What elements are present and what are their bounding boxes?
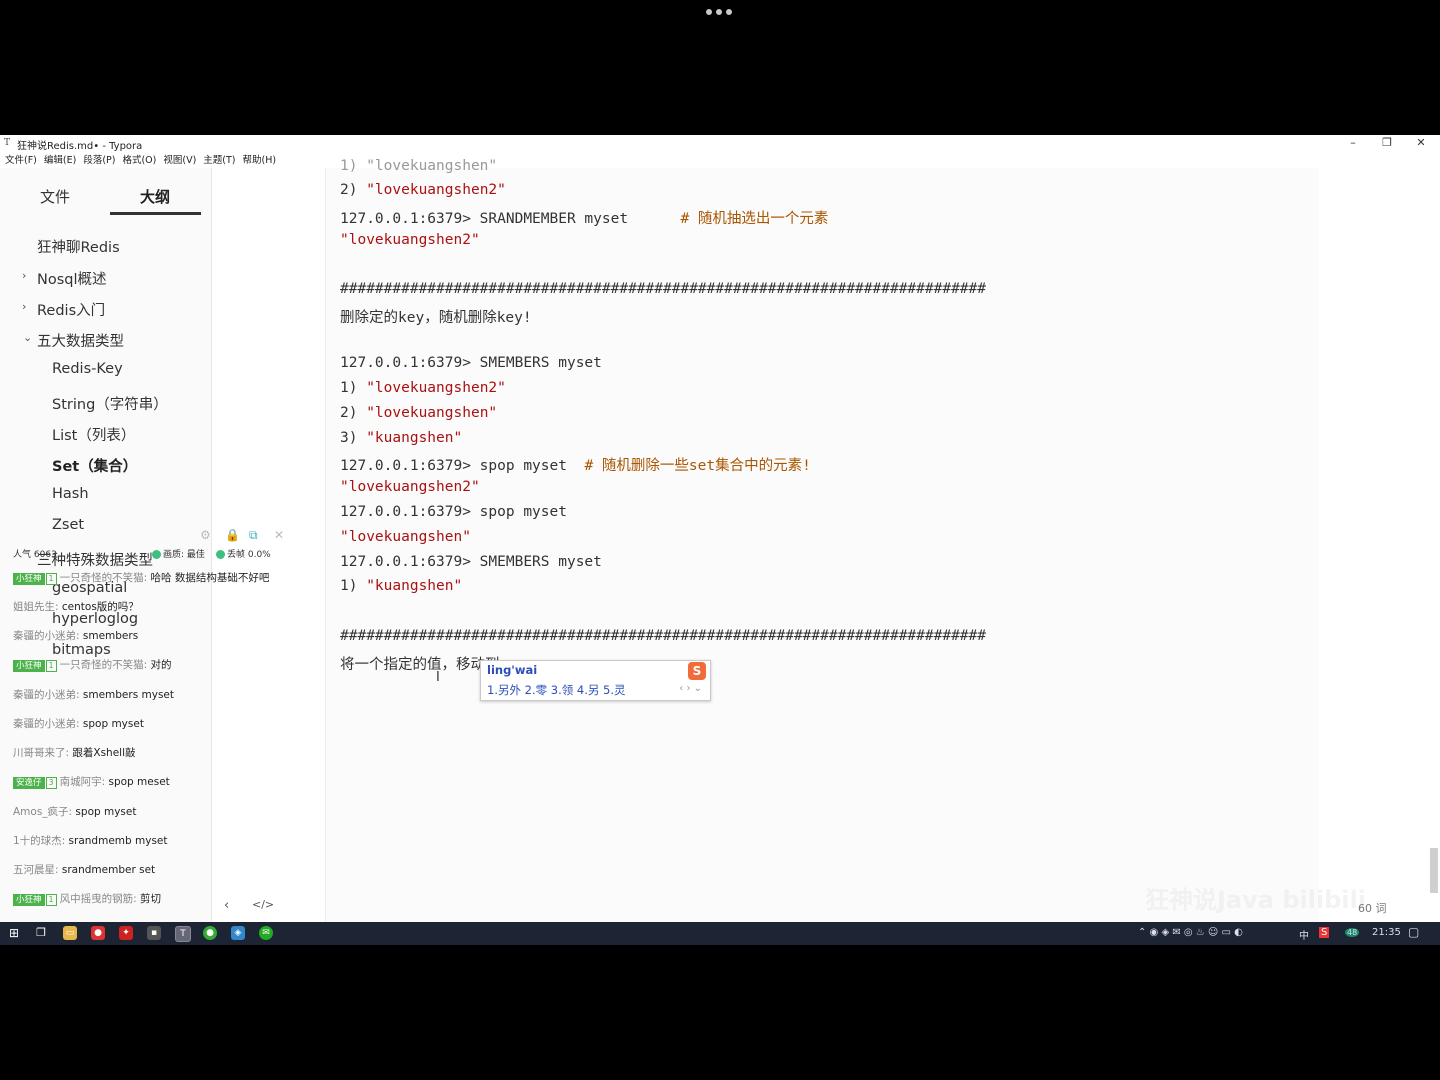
chat-message: 五河晨星: srandmember set	[13, 864, 156, 876]
menu-edit[interactable]: 编辑(E)	[44, 152, 76, 168]
ime-candidates[interactable]: 1.另外 2.零 3.领 4.另 5.灵	[487, 682, 625, 698]
code-separator: ########################################…	[340, 281, 987, 297]
ime-page-arrows-icon[interactable]: ‹ › ⌄	[679, 683, 702, 694]
stream-drop: 丢帧 0.0%	[216, 547, 271, 560]
code-line: 2) "lovekuangshen"	[340, 405, 498, 421]
typora-taskbar-icon[interactable]: T	[175, 926, 191, 942]
window-title: 狂神说Redis.md• - Typora	[17, 141, 143, 152]
menu-view[interactable]: 视图(V)	[163, 152, 196, 168]
code-line: 127.0.0.1:6379> SRANDMEMBER myset # 随机抽选…	[340, 211, 829, 227]
clock[interactable]: 21:35	[1372, 927, 1401, 938]
tab-outline[interactable]: 大纲	[140, 186, 170, 207]
outline-item[interactable]: 五大数据类型	[37, 330, 124, 351]
tab-file[interactable]: 文件	[40, 186, 70, 207]
chevron-down-icon[interactable]: ⌄	[23, 331, 32, 344]
outline-item[interactable]: Nosql概述	[37, 268, 107, 289]
close-button[interactable]: ✕	[1404, 135, 1438, 152]
stream-stats: 人气 6063	[13, 550, 57, 560]
menu-bar: 文件(F) 编辑(E) 段落(P) 格式(O) 视图(V) 主题(T) 帮助(H…	[0, 152, 278, 168]
app-blue-icon[interactable]: ◈	[231, 926, 245, 940]
chat-message: 秦疆的小迷弟: spop myset	[13, 718, 144, 730]
code-separator: ########################################…	[340, 628, 987, 644]
sogou-tray-icon[interactable]: S	[1319, 927, 1330, 938]
task-view-icon[interactable]: ❐	[34, 926, 48, 940]
app-red-icon[interactable]: ●	[91, 926, 105, 940]
code-line: 1) "lovekuangshen"	[340, 158, 498, 174]
notification-icon[interactable]: ▢	[1408, 925, 1419, 939]
code-line: 3) "kuangshen"	[340, 430, 463, 446]
text-cursor-icon: I	[436, 670, 440, 685]
code-line: 127.0.0.1:6379> spop myset # 随机删除一些set集合…	[340, 458, 811, 474]
ime-candidate-window: ling'wai S 1.另外 2.零 3.领 4.另 5.灵 ‹ › ⌄	[480, 660, 711, 701]
code-line: 127.0.0.1:6379> spop myset	[340, 504, 567, 520]
code-line: 127.0.0.1:6379> SMEMBERS myset	[340, 554, 602, 570]
outline-item[interactable]: 狂神聊Redis	[37, 236, 120, 257]
chat-message: 小狂神 1 一只奇怪的不笑猫: 哈哈 数据结构基础不好吧	[13, 570, 269, 585]
code-line: 127.0.0.1:6379> SMEMBERS myset	[340, 355, 602, 371]
outline-item[interactable]: String（字符串）	[52, 393, 168, 414]
code-line: "lovekuangshen"	[340, 529, 471, 545]
title-bar: T 狂神说Redis.md• - Typora – ❐ ✕	[0, 135, 1440, 152]
outline-item[interactable]: Hash	[52, 486, 89, 502]
code-line: 2) "lovekuangshen2"	[340, 182, 506, 198]
windows-start-icon[interactable]: ⊞	[7, 926, 21, 940]
scrollbar-thumb[interactable]	[1430, 848, 1438, 893]
typora-app-icon: T	[4, 138, 11, 148]
minimize-button[interactable]: –	[1336, 135, 1370, 152]
chat-message: 小狂神 1 一只奇怪的不笑猫: 对的	[13, 657, 172, 672]
outline-item[interactable]: Redis入门	[37, 299, 105, 320]
active-tab-indicator	[110, 212, 201, 215]
outline-item-active[interactable]: Set（集合）	[52, 455, 137, 476]
code-line-editing[interactable]: 将一个指定的值，移动到	[340, 653, 500, 674]
sogou-logo-icon: S	[688, 662, 706, 680]
editor-pane[interactable]: 1) "lovekuangshen" 2) "lovekuangshen2" 1…	[325, 158, 1319, 922]
menu-format[interactable]: 格式(O)	[122, 152, 156, 168]
chat-message: 安逸仔 3 南城阿宇: spop meset	[13, 774, 170, 789]
more-dots-icon[interactable]	[706, 9, 732, 15]
app-green-icon[interactable]: ●	[203, 926, 217, 940]
app-terminal-icon[interactable]: ▪	[147, 926, 161, 940]
chat-message: Amos_疯子: spop myset	[13, 806, 137, 818]
chat-message: 秦疆的小迷弟: smembers myset	[13, 689, 175, 701]
settings-icon[interactable]: ⚙	[200, 528, 211, 542]
menu-help[interactable]: 帮助(H)	[243, 152, 277, 168]
ime-composition: ling'wai	[487, 663, 538, 677]
chevron-right-icon[interactable]: ›	[22, 300, 26, 313]
chat-message: 姐姐先生: centos版的吗？	[13, 601, 139, 613]
outline-item[interactable]: List（列表）	[52, 424, 135, 445]
live-chat-overlay: ⚙ 🔒 ⧉ ✕ 人气 6063 画质: 最佳 丢帧 0.0% 小狂神 1 一只奇怪的…	[0, 520, 330, 920]
code-line: "lovekuangshen2"	[340, 232, 480, 248]
lock-icon[interactable]: 🔒	[225, 528, 240, 542]
code-line: "lovekuangshen2"	[340, 479, 480, 495]
outline-item[interactable]: Redis-Key	[52, 361, 123, 377]
chat-message: 1十的球杰: srandmemb myset	[13, 835, 168, 847]
menu-file[interactable]: 文件(F)	[5, 152, 37, 168]
close-icon[interactable]: ✕	[274, 528, 284, 542]
code-line: 1) "lovekuangshen2"	[340, 380, 506, 396]
chat-message: 小狂神 1 风中摇曳的钢筋: 剪切	[13, 891, 161, 906]
restore-button[interactable]: ❐	[1370, 135, 1404, 152]
popout-icon[interactable]: ⧉	[249, 528, 258, 543]
code-line: 1) "kuangshen"	[340, 578, 463, 594]
file-explorer-icon[interactable]: ▭	[63, 926, 77, 940]
ime-indicator[interactable]: 中	[1299, 927, 1309, 942]
windows-taskbar: ⊞ ❐ ▭ ● ✦ ▪ T ● ◈ ✉ ⌃ ◉ ◈ ✉ ◎ ♨ ☺ ▭ ◐ 中 …	[0, 922, 1440, 945]
chat-message: 秦疆的小迷弟: smembers	[13, 630, 139, 642]
chevron-right-icon[interactable]: ›	[22, 269, 26, 282]
menu-theme[interactable]: 主题(T)	[203, 152, 235, 168]
menu-paragraph[interactable]: 段落(P)	[83, 152, 115, 168]
code-line: 删除定的key，随机删除key!	[340, 310, 532, 326]
app-bird-icon[interactable]: ✦	[119, 926, 133, 940]
wechat-icon[interactable]: ✉	[259, 926, 273, 940]
tray-badge[interactable]: 48	[1345, 928, 1360, 937]
chat-message: 川哥哥来了: 跟着Xshell敲	[13, 747, 136, 759]
tray-icons[interactable]: ⌃ ◉ ◈ ✉ ◎ ♨ ☺ ▭ ◐	[1138, 927, 1243, 938]
stream-quality: 画质: 最佳	[152, 547, 205, 560]
watermark: 狂神说Java bilibili	[1145, 886, 1367, 914]
word-count[interactable]: 60 词	[1358, 900, 1387, 916]
